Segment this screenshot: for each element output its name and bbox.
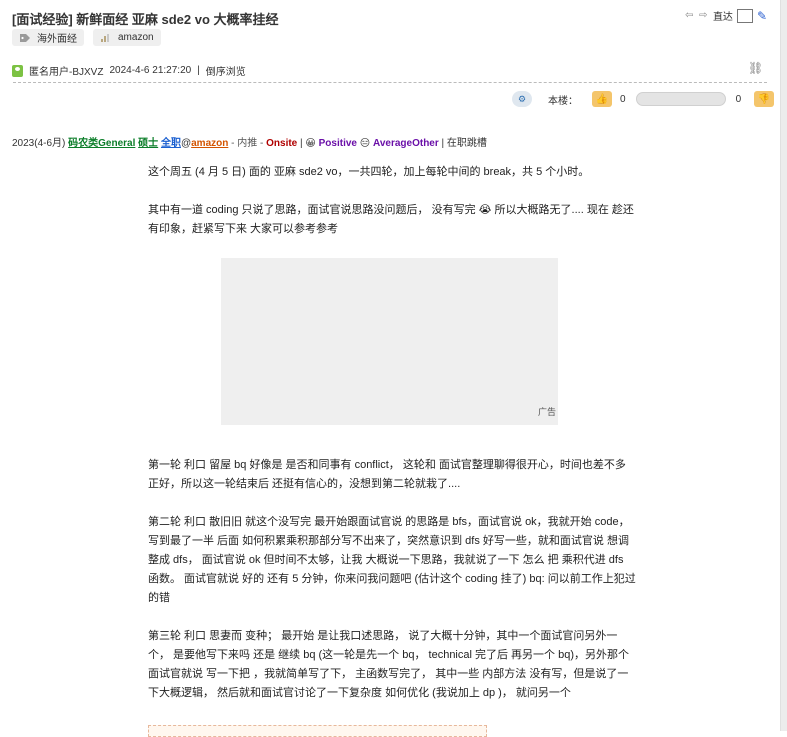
vote-ratio-bar	[635, 92, 726, 106]
summary-company[interactable]: amazon	[191, 138, 228, 149]
permalink-icon[interactable]: ⛓	[748, 61, 763, 75]
tag-label: amazon	[118, 32, 154, 43]
next-thread-icon[interactable]: ⇨	[699, 10, 709, 21]
tools-icon[interactable]: ⚙	[512, 91, 532, 107]
post-paragraph: 第二轮 利口 散旧旧 就这个没写完 最开始跟面试官说 的思路是 bfs，面试官说…	[148, 516, 636, 604]
author-name[interactable]: 匿名用户-BJXVZ	[29, 63, 103, 78]
summary-stage: Onsite	[266, 138, 298, 149]
summary-degree[interactable]: 硕士	[138, 138, 158, 149]
summary-category[interactable]: 码农类General	[68, 138, 135, 149]
thread-nav: ⇦ ⇨ 直达 ✎	[685, 8, 767, 23]
edit-pencil-icon[interactable]: ✎	[757, 9, 767, 23]
summary-date: 2023(4-6月)	[12, 138, 66, 149]
page-scrollbar[interactable]	[780, 0, 787, 731]
jump-page-input[interactable]	[736, 8, 753, 23]
meta-separator: |	[197, 65, 200, 76]
summary-at: @	[180, 138, 192, 149]
tag-icon	[20, 33, 30, 42]
tag-overseas[interactable]: 海外面经	[12, 29, 84, 46]
thumbs-up-icon[interactable]: 👍	[592, 91, 612, 107]
post-datetime: 2024-4-6 21:27:20	[109, 65, 192, 76]
reply-box	[148, 725, 487, 737]
downvote-count: 0	[735, 93, 742, 105]
summary-separator: |	[438, 138, 447, 149]
summary-job-type[interactable]: 全职	[161, 138, 181, 149]
post-paragraph: 第三轮 利口 思妻而 变种； 最开始 是让我口述思路， 说了大概十分钟，其中一个…	[148, 630, 630, 699]
tag-amazon[interactable]: amazon	[93, 29, 161, 46]
post-paragraph: 其中有一道 coding 只说了思路，面试官说思路没问题后， 没有写完 😭 所以…	[148, 204, 634, 235]
summary-difficulty: AverageOther	[372, 138, 439, 149]
upvote-count: 0	[620, 93, 626, 105]
reverse-view-link[interactable]: 倒序浏览	[206, 63, 246, 78]
vote-bar: ⚙ 本楼： 👍 0 0 👎	[512, 91, 775, 107]
post-meta: 匿名用户-BJXVZ 2024-4-6 21:27:20 | 倒序浏览	[12, 63, 246, 78]
thumbs-down-icon[interactable]: 👎	[754, 91, 775, 107]
summary-referral: - 内推 -	[231, 138, 267, 149]
post-content: 这个周五 (4 月 5 日) 面的 亚麻 sde2 vo，一共四轮，加上每轮中间…	[148, 163, 636, 722]
previous-thread-icon[interactable]: ⇦	[685, 10, 695, 21]
post-paragraph: 第一轮 利口 留屋 bq 好像是 是否和同事有 conflict， 这轮和 面试…	[148, 459, 626, 490]
post-paragraph: 这个周五 (4 月 5 日) 面的 亚麻 sde2 vo，一共四轮，加上每轮中间…	[148, 166, 590, 178]
user-icon	[12, 64, 23, 77]
floor-label: 本楼：	[548, 95, 578, 107]
jump-label: 直达	[712, 12, 733, 23]
meta-divider	[13, 82, 767, 83]
tag-label: 海外面经	[37, 34, 77, 45]
thread-title: [面试经验] 新鲜面经 亚麻 sde2 vo 大概率挂经	[12, 12, 279, 27]
interview-summary: 2023(4-6月) 码农类General 硕士 全职@amazon - 内推 …	[12, 134, 487, 149]
positive-emoji-icon: 😀	[305, 138, 316, 149]
summary-status: 在职跳槽	[446, 138, 487, 149]
advertisement[interactable]: 广告	[221, 258, 558, 425]
tag-list: 海外面经 amazon	[12, 29, 161, 46]
company-icon	[101, 33, 109, 42]
ad-label: 广告	[537, 407, 556, 417]
summary-result: Positive	[318, 138, 357, 149]
difficulty-emoji-icon: 😑	[359, 138, 371, 149]
